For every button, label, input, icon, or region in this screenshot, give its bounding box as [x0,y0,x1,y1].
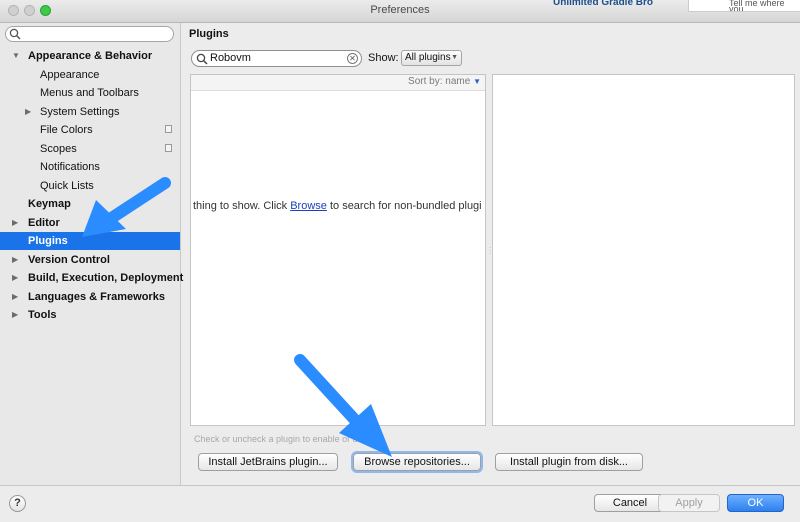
sidebar-item-label: Appearance & Behavior [28,50,153,62]
install-plugin-from-disk-button[interactable]: Install plugin from disk... [495,453,643,471]
sort-bar: Sort by: name ▼ [191,75,485,91]
sort-by-dropdown[interactable]: Sort by: name ▼ [408,76,481,87]
window-title: Preferences [370,4,430,16]
browse-repositories-button[interactable]: Browse repositories... [353,453,481,471]
sidebar-item-file-colors[interactable]: File Colors [0,121,180,139]
chevron-right-icon[interactable]: ▶ [12,288,18,306]
show-filter-value: All plugins [405,52,451,63]
sidebar-item-label: Scopes [40,142,77,155]
chevron-down-icon[interactable]: ▼ [12,47,20,65]
install-jetbrains-plugin-button[interactable]: Install JetBrains plugin... [198,453,338,471]
sidebar-item-label: File Colors [40,124,93,136]
project-scope-icon [165,143,172,152]
chevron-right-icon[interactable]: ▶ [12,306,18,324]
cancel-button[interactable]: Cancel [594,494,666,512]
plugin-hint-text: Check or uncheck a plugin to enable or d [194,434,358,444]
chevron-right-icon[interactable]: ▶ [12,269,18,287]
sidebar-item-label: System Settings [40,105,120,118]
show-label: Show: [368,52,399,64]
sidebar-item-scopes[interactable]: Scopes [0,140,180,158]
sidebar-item-label: Appearance [40,68,100,81]
chevron-down-icon: ▼ [473,77,481,86]
sort-by-label: Sort by: name [408,76,471,87]
chevron-right-icon[interactable]: ▶ [12,214,18,232]
plugin-search-value: Robovm [210,52,251,64]
sidebar-item-appearance-behavior[interactable]: ▼ Appearance & Behavior [0,47,180,65]
background-app-title: Unlimited Gradle Bro [553,0,654,6]
sidebar-item-languages-frameworks[interactable]: ▶ Languages & Frameworks [0,288,180,306]
footer-divider [0,485,800,486]
sidebar-item-system-settings[interactable]: ▶ System Settings [0,103,180,121]
sidebar-item-keymap[interactable]: Keymap [0,195,180,213]
splitter-handle[interactable]: ⋮ [486,246,494,256]
background-popup: Tell me where you [688,0,800,12]
sidebar-item-label: Version Control [28,253,110,266]
search-icon [196,53,208,65]
apply-button[interactable]: Apply [658,494,720,512]
chevron-right-icon[interactable]: ▶ [25,103,31,121]
plugin-details-panel [492,74,795,426]
sidebar-item-plugins[interactable]: Plugins [0,232,180,250]
empty-message-prefix: thing to show. Click [193,200,291,212]
sidebar-item-label: Keymap [28,198,71,210]
sidebar-item-label: Build, Execution, Deployment [28,272,184,284]
search-icon [9,28,21,40]
sidebar-item-version-control[interactable]: ▶ Version Control [0,251,180,269]
sidebar-item-tools[interactable]: ▶ Tools [0,306,180,324]
sidebar-item-label: Editor [28,216,60,229]
settings-search-input[interactable] [5,26,174,42]
chevron-right-icon[interactable]: ▶ [12,251,18,269]
empty-message-suffix: to search for non-bundled plugi [326,200,482,212]
sidebar-item-menus-and-toolbars[interactable]: Menus and Toolbars [0,84,180,102]
sidebar-item-notifications[interactable]: Notifications [0,158,180,176]
clear-icon[interactable]: ✕ [347,53,358,64]
sidebar-item-appearance[interactable]: Appearance [0,66,180,84]
title-bar: Preferences Unlimited Gradle Bro Tell me… [0,0,800,23]
sidebar-item-editor[interactable]: ▶ Editor [0,214,180,232]
page-title: Plugins [189,28,229,40]
chevron-down-icon: ▼ [451,54,458,61]
settings-sidebar: ▼ Appearance & Behavior Appearance Menus an… [0,23,184,485]
sidebar-item-label: Menus and Toolbars [40,87,139,99]
sidebar-item-label: Plugins [28,235,68,247]
browse-link[interactable]: Browse [290,200,327,212]
project-scope-icon [165,125,172,133]
sidebar-item-build-execution-deployment[interactable]: ▶ Build, Execution, Deployment [0,269,184,287]
sidebar-item-label: Languages & Frameworks [28,290,165,303]
show-filter-select[interactable]: All plugins ▼ [401,50,462,66]
sidebar-item-label: Quick Lists [40,179,94,192]
help-icon[interactable]: ? [9,495,26,512]
sidebar-item-quick-lists[interactable]: Quick Lists [0,177,180,195]
sidebar-item-label: Notifications [40,161,100,173]
ok-button[interactable]: OK [727,494,784,512]
plugin-list[interactable]: Sort by: name ▼ thing to show. Click Bro… [190,74,486,426]
plugin-search-input[interactable]: Robovm ✕ [191,50,362,67]
sidebar-item-label: Tools [28,309,57,321]
